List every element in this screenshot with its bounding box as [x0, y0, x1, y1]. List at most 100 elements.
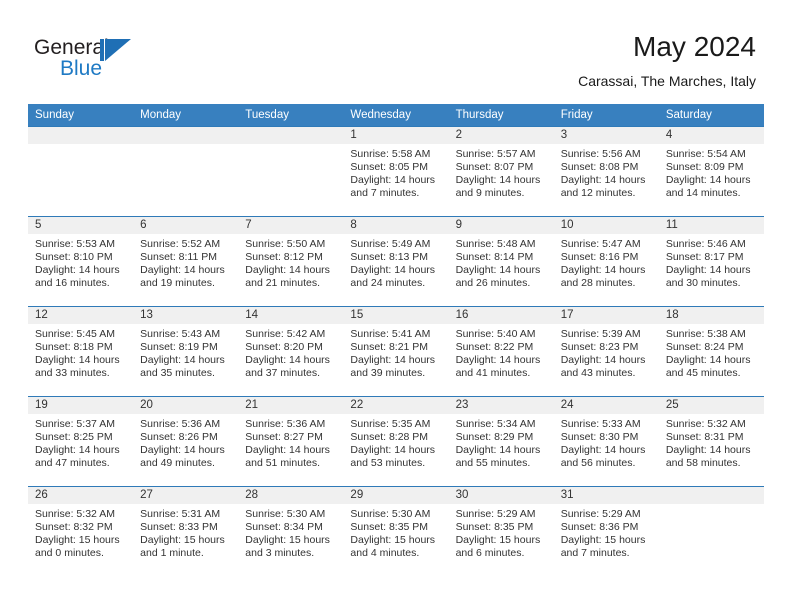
day-details: Sunrise: 5:30 AM Sunset: 8:35 PM Daylight:… — [343, 504, 448, 560]
daylight-line2-text: and 49 minutes. — [140, 457, 215, 470]
calendar-day-cell[interactable]: 13 Sunrise: 5:43 AM Sunset: 8:19 PM Dayligh… — [133, 306, 239, 397]
calendar-day-cell[interactable]: 30 Sunrise: 5:29 AM Sunset: 8:35 PM Dayligh… — [448, 486, 554, 576]
sunrise-text: Sunrise: 5:53 AM — [35, 238, 115, 250]
sunset-text: Sunset: 8:32 PM — [35, 521, 113, 534]
calendar-day-cell[interactable]: 22 Sunrise: 5:35 AM Sunset: 8:28 PM Dayligh… — [343, 396, 449, 487]
daylight-line1-text: Daylight: 14 hours — [455, 354, 541, 367]
sunset-text: Sunset: 8:18 PM — [35, 341, 113, 354]
calendar-day-cell[interactable]: 8 Sunrise: 5:49 AM Sunset: 8:13 PM Daylight… — [343, 216, 449, 307]
calendar-day-cell[interactable]: 18 Sunrise: 5:38 AM Sunset: 8:24 PM Dayligh… — [658, 306, 764, 397]
calendar-day-cell[interactable]: 9 Sunrise: 5:48 AM Sunset: 8:14 PM Daylight… — [448, 216, 554, 307]
day-number: 23 — [448, 397, 554, 414]
daylight-line1-text: Daylight: 15 hours — [560, 534, 646, 547]
calendar-day-cell[interactable]: 20 Sunrise: 5:36 AM Sunset: 8:26 PM Dayligh… — [133, 396, 239, 487]
weekday-header-sunday: Sunday — [28, 104, 134, 127]
day-details: Sunrise: 5:39 AM Sunset: 8:23 PM Daylight:… — [554, 324, 659, 380]
day-number: 30 — [448, 487, 554, 504]
sunrise-text: Sunrise: 5:40 AM — [455, 328, 536, 340]
daylight-line2-text: and 33 minutes. — [35, 367, 110, 380]
calendar-day-cell-empty — [238, 126, 344, 217]
sunset-text: Sunset: 8:36 PM — [560, 521, 639, 534]
calendar-day-cell[interactable]: 21 Sunrise: 5:36 AM Sunset: 8:27 PM Dayligh… — [238, 396, 344, 487]
calendar-day-cell-empty — [658, 486, 764, 576]
daylight-line1-text: Daylight: 14 hours — [455, 444, 541, 457]
title-block: May 2024 Carassai, The Marches, Italy — [578, 30, 756, 91]
day-details: Sunrise: 5:41 AM Sunset: 8:21 PM Daylight:… — [343, 324, 448, 380]
sunrise-text: Sunrise: 5:54 AM — [665, 148, 746, 160]
calendar-day-cell[interactable]: 28 Sunrise: 5:30 AM Sunset: 8:34 PM Dayligh… — [238, 486, 344, 576]
day-details: Sunrise: 5:57 AM Sunset: 8:07 PM Daylight:… — [449, 144, 554, 200]
sunrise-text: Sunrise: 5:31 AM — [140, 508, 221, 520]
sunset-text: Sunset: 8:07 PM — [455, 161, 534, 174]
calendar-day-cell[interactable]: 29 Sunrise: 5:30 AM Sunset: 8:35 PM Dayligh… — [343, 486, 449, 576]
day-number: 14 — [238, 307, 344, 324]
daylight-line2-text: and 41 minutes. — [455, 367, 531, 380]
day-number: 13 — [133, 307, 239, 324]
calendar-day-cell[interactable]: 15 Sunrise: 5:41 AM Sunset: 8:21 PM Dayligh… — [343, 306, 449, 397]
day-number: 12 — [28, 307, 134, 324]
location-subtitle: Carassai, The Marches, Italy — [578, 73, 756, 89]
calendar-day-cell[interactable]: 4 Sunrise: 5:54 AM Sunset: 8:09 PM Daylight… — [658, 126, 764, 217]
sunrise-text: Sunrise: 5:33 AM — [560, 418, 641, 430]
sunrise-text: Sunrise: 5:58 AM — [350, 148, 431, 160]
day-number: 17 — [553, 307, 659, 324]
daylight-line1-text: Daylight: 14 hours — [140, 264, 225, 277]
daylight-line1-text: Daylight: 14 hours — [350, 264, 436, 277]
sunrise-text: Sunrise: 5:43 AM — [140, 328, 221, 340]
calendar-day-cell[interactable]: 3 Sunrise: 5:56 AM Sunset: 8:08 PM Daylight… — [553, 126, 659, 217]
daylight-line1-text: Daylight: 14 hours — [560, 264, 646, 277]
daylight-line2-text: and 3 minutes. — [245, 547, 315, 560]
daylight-line2-text: and 6 minutes. — [455, 547, 525, 560]
day-details: Sunrise: 5:33 AM Sunset: 8:30 PM Daylight:… — [554, 414, 659, 470]
calendar-day-cell[interactable]: 31 Sunrise: 5:29 AM Sunset: 8:36 PM Dayligh… — [553, 486, 659, 576]
sunset-text: Sunset: 8:09 PM — [665, 161, 744, 174]
day-details: Sunrise: 5:52 AM Sunset: 8:11 PM Daylight:… — [133, 234, 238, 290]
calendar-day-cell[interactable]: 10 Sunrise: 5:47 AM Sunset: 8:16 PM Dayligh… — [553, 216, 659, 307]
sunset-text: Sunset: 8:13 PM — [350, 251, 429, 264]
sunset-text: Sunset: 8:31 PM — [665, 431, 744, 444]
sunset-text: Sunset: 8:16 PM — [560, 251, 639, 264]
sunrise-text: Sunrise: 5:48 AM — [455, 238, 536, 250]
calendar-day-cell-empty — [133, 126, 239, 217]
calendar-day-cell[interactable]: 17 Sunrise: 5:39 AM Sunset: 8:23 PM Dayligh… — [553, 306, 659, 397]
daylight-line2-text: and 0 minutes. — [35, 547, 104, 560]
day-number: 26 — [28, 487, 134, 504]
calendar-day-cell[interactable]: 16 Sunrise: 5:40 AM Sunset: 8:22 PM Dayligh… — [448, 306, 554, 397]
daylight-line2-text: and 21 minutes. — [245, 277, 320, 290]
calendar-day-cell[interactable]: 11 Sunrise: 5:46 AM Sunset: 8:17 PM Dayligh… — [658, 216, 764, 307]
daylight-line2-text: and 51 minutes. — [245, 457, 320, 470]
day-details: Sunrise: 5:37 AM Sunset: 8:25 PM Daylight:… — [28, 414, 133, 470]
calendar-day-cell[interactable]: 7 Sunrise: 5:50 AM Sunset: 8:12 PM Daylight… — [238, 216, 344, 307]
sunrise-text: Sunrise: 5:36 AM — [140, 418, 221, 430]
sunrise-text: Sunrise: 5:42 AM — [245, 328, 326, 340]
day-number: 5 — [28, 217, 134, 234]
sunrise-text: Sunrise: 5:45 AM — [35, 328, 115, 340]
calendar-day-cell[interactable]: 26 Sunrise: 5:32 AM Sunset: 8:32 PM Dayligh… — [28, 486, 134, 576]
calendar-day-cell[interactable]: 5 Sunrise: 5:53 AM Sunset: 8:10 PM Daylight… — [28, 216, 134, 307]
daylight-line2-text: and 7 minutes. — [560, 547, 630, 560]
sunrise-text: Sunrise: 5:52 AM — [140, 238, 221, 250]
day-details: Sunrise: 5:36 AM Sunset: 8:27 PM Daylight:… — [238, 414, 343, 470]
calendar-day-cell[interactable]: 14 Sunrise: 5:42 AM Sunset: 8:20 PM Dayligh… — [238, 306, 344, 397]
brand-logo[interactable]: General Blue — [34, 36, 164, 82]
daylight-line1-text: Daylight: 14 hours — [245, 354, 330, 367]
daylight-line1-text: Daylight: 14 hours — [560, 174, 646, 187]
calendar-day-cell[interactable]: 25 Sunrise: 5:32 AM Sunset: 8:31 PM Dayligh… — [658, 396, 764, 487]
sunset-text: Sunset: 8:14 PM — [455, 251, 534, 264]
weekday-header-saturday: Saturday — [658, 104, 764, 127]
sunrise-text: Sunrise: 5:46 AM — [665, 238, 746, 250]
calendar-day-cell[interactable]: 23 Sunrise: 5:34 AM Sunset: 8:29 PM Dayligh… — [448, 396, 554, 487]
calendar-day-cell[interactable]: 12 Sunrise: 5:45 AM Sunset: 8:18 PM Dayligh… — [28, 306, 134, 397]
sunset-text: Sunset: 8:20 PM — [245, 341, 323, 354]
daylight-line1-text: Daylight: 15 hours — [245, 534, 330, 547]
daylight-line1-text: Daylight: 15 hours — [455, 534, 541, 547]
calendar-day-cell[interactable]: 1 Sunrise: 5:58 AM Sunset: 8:05 PM Daylight… — [343, 126, 449, 217]
daylight-line2-text: and 26 minutes. — [455, 277, 531, 290]
calendar-day-cell[interactable]: 2 Sunrise: 5:57 AM Sunset: 8:07 PM Daylight… — [448, 126, 554, 217]
sunset-text: Sunset: 8:24 PM — [665, 341, 744, 354]
calendar-day-cell[interactable]: 6 Sunrise: 5:52 AM Sunset: 8:11 PM Daylight… — [133, 216, 239, 307]
calendar-day-cell[interactable]: 27 Sunrise: 5:31 AM Sunset: 8:33 PM Dayligh… — [133, 486, 239, 576]
calendar-day-cell[interactable]: 24 Sunrise: 5:33 AM Sunset: 8:30 PM Dayligh… — [553, 396, 659, 487]
calendar-day-cell[interactable]: 19 Sunrise: 5:37 AM Sunset: 8:25 PM Dayligh… — [28, 396, 134, 487]
sunset-text: Sunset: 8:35 PM — [455, 521, 534, 534]
